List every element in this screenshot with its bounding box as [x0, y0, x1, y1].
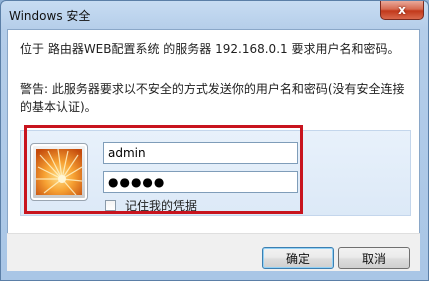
remember-label: 记住我的凭据: [125, 199, 198, 213]
window-title: Windows 安全: [9, 9, 91, 23]
security-warning: 警告: 此服务器要求以不安全的方式发送你的用户名和密码(没有安全连接的基本认证)…: [20, 82, 405, 114]
user-avatar-icon: [30, 143, 88, 201]
title-bar[interactable]: Windows 安全: [1, 1, 428, 29]
close-icon: x: [398, 3, 406, 17]
remember-checkbox[interactable]: [105, 200, 116, 211]
server-message: 位于 路由器WEB配置系统 的服务器 192.168.0.1 要求用户名和密码。: [20, 42, 400, 56]
remember-credentials[interactable]: 记住我的凭据: [105, 197, 197, 214]
cancel-button[interactable]: 取消: [338, 247, 410, 269]
ok-button[interactable]: 确定: [262, 247, 334, 269]
username-input[interactable]: [103, 142, 298, 164]
flower-icon: [36, 149, 82, 195]
close-button[interactable]: x: [380, 1, 424, 20]
password-input[interactable]: [103, 171, 298, 193]
